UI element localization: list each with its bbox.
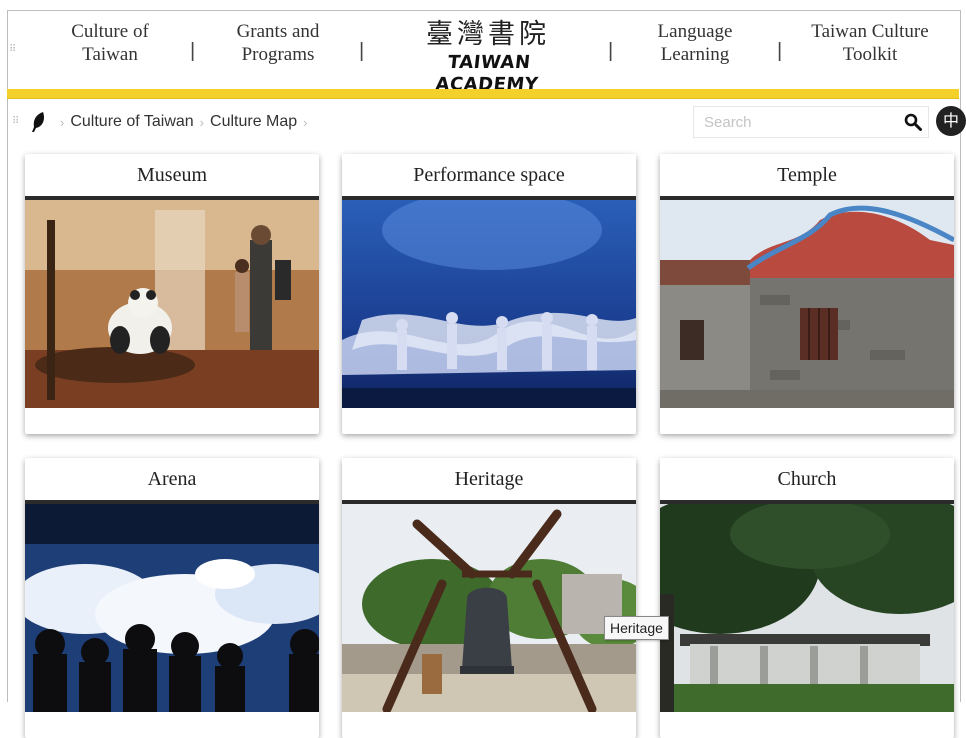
accent-bar [7,89,959,99]
church-photo [660,504,954,712]
card-museum[interactable]: Museum [25,154,319,434]
language-toggle-button[interactable]: 中 [936,106,966,136]
taiwan-academy-logo[interactable]: 臺灣書院 TAIWAN ACADEMY [402,18,574,95]
top-navigation: ⠿ Culture of Taiwan | Grants and Program… [7,14,959,95]
grip-icon: ⠿ [9,44,17,55]
temple-photo [660,200,954,408]
card-footer [342,712,636,738]
card-footer [660,408,954,434]
performance-space-photo [342,200,636,408]
nav-taiwan-culture-toolkit[interactable]: Taiwan Culture Toolkit [795,20,945,80]
nav-separator: | [359,40,365,62]
nav-separator: | [777,40,783,62]
card-footer [25,712,319,738]
card-performance-space[interactable]: Performance space [342,154,636,434]
nav-grants-and-programs[interactable]: Grants and Programs [212,20,344,80]
search-icon[interactable] [904,113,922,131]
card-arena[interactable]: Arena [25,458,319,738]
arena-photo [25,504,319,712]
card-title: Museum [25,154,319,200]
card-title: Performance space [342,154,636,200]
breadcrumb-separator: › [303,114,308,130]
nav-separator: | [190,40,196,62]
nav-label: Toolkit [842,44,898,65]
card-church[interactable]: Church [660,458,954,738]
card-footer [660,712,954,738]
breadcrumb: › Culture of Taiwan › Culture Map › [30,110,314,134]
breadcrumb-culture-map[interactable]: Culture Map [210,113,297,131]
card-temple[interactable]: Temple [660,154,954,434]
logo-chinese-text: 臺灣書院 [426,19,550,50]
search-box [693,106,929,138]
breadcrumb-culture-of-taiwan[interactable]: Culture of Taiwan [70,113,193,131]
card-footer [342,408,636,434]
nav-label: Grants and [236,21,320,42]
nav-language-learning[interactable]: Language Learning [633,20,757,80]
card-footer [25,408,319,434]
card-heritage[interactable]: Heritage [342,458,636,738]
nav-label: Taiwan Culture [811,21,929,42]
nav-culture-of-taiwan[interactable]: Culture of Taiwan [47,20,173,80]
nav-separator: | [608,40,614,62]
heritage-photo [342,504,636,712]
nav-label: Culture of [71,21,149,42]
breadcrumb-separator: › [199,114,205,130]
nav-label: Language [657,21,733,42]
card-title: Heritage [342,458,636,504]
card-title: Arena [25,458,319,504]
home-leaf-icon[interactable] [30,111,48,133]
breadcrumb-separator: › [60,114,65,130]
hover-tooltip: Heritage [604,616,669,640]
card-title: Church [660,458,954,504]
grip-icon: ⠿ [12,116,20,127]
search-input[interactable] [702,111,896,133]
card-title: Temple [660,154,954,200]
nav-label: Programs [241,44,315,65]
nav-label: Learning [660,44,730,65]
nav-label: Taiwan [82,44,138,65]
museum-photo [25,200,319,408]
